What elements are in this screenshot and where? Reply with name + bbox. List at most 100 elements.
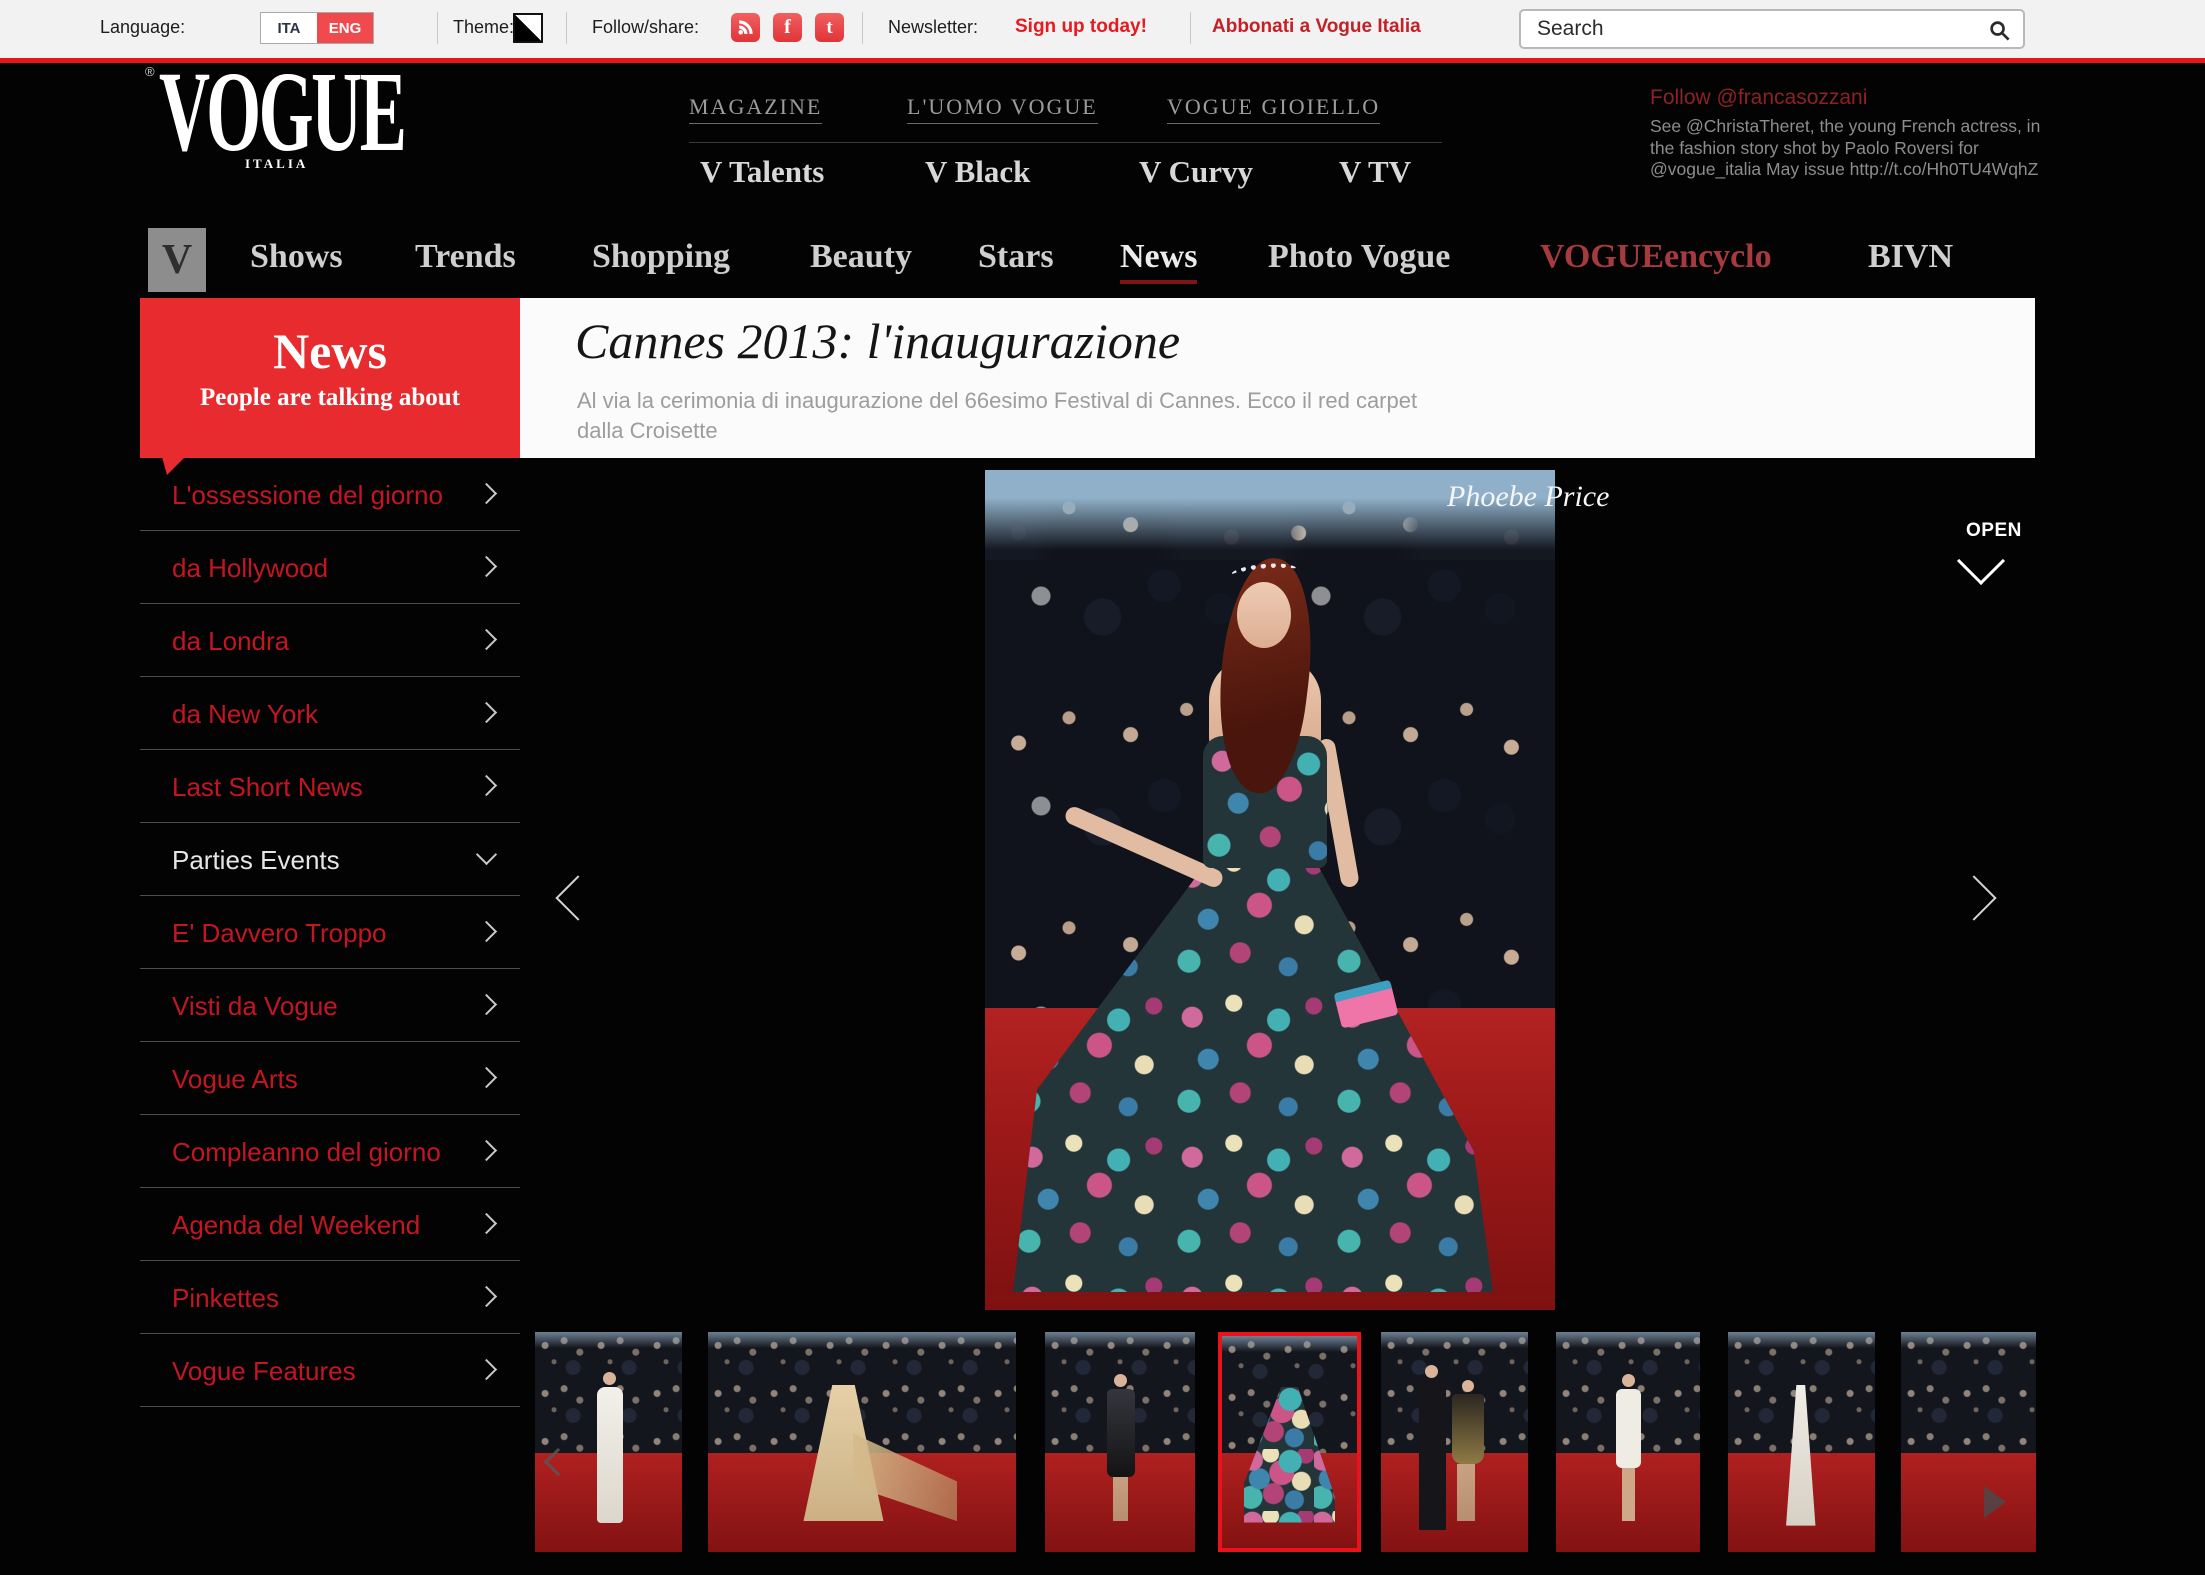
nav-vogueencyclo[interactable]: VOGUEencyclo xyxy=(1540,238,1772,276)
chevron-right-icon xyxy=(476,556,497,577)
sidebar-item-parties-events[interactable]: Parties Events xyxy=(140,823,520,896)
photo-caption: Phoebe Price xyxy=(1447,480,1609,514)
nav-shopping[interactable]: Shopping xyxy=(592,238,730,276)
section-subtitle: People are talking about xyxy=(140,384,520,412)
nav-vogue-gioiello[interactable]: VOGUE GIOIELLO xyxy=(1167,94,1380,124)
thumbnail-floral-dress-selected[interactable] xyxy=(1218,1332,1361,1552)
article-subtitle: Al via la cerimonia di inaugurazione del… xyxy=(577,386,1457,446)
chevron-right-icon xyxy=(476,994,497,1015)
sidebar-item-compleanno-del-giorno[interactable]: Compleanno del giorno xyxy=(140,1115,520,1188)
nav-bivn[interactable]: BIVN xyxy=(1868,238,1953,276)
thumb-figure-legs xyxy=(1113,1473,1128,1521)
sidebar-item-e-davvero-troppo[interactable]: E' Davvero Troppo xyxy=(140,896,520,969)
theme-label: Theme: xyxy=(453,17,514,38)
vogue-italia-page: Language: ITA ENG Theme: Follow/share: f… xyxy=(0,0,2205,1575)
language-option-ita[interactable]: ITA xyxy=(261,13,317,43)
search-icon[interactable] xyxy=(1988,19,2011,42)
open-gallery-button[interactable]: OPEN xyxy=(1966,520,2022,542)
photo-figure-face xyxy=(1237,582,1291,648)
sidebar-item-ossessione-del-giorno[interactable]: L'ossessione del giorno xyxy=(140,458,520,531)
thumbnail-white-short-dress[interactable] xyxy=(1556,1332,1700,1552)
newsletter-signup-link[interactable]: Sign up today! xyxy=(1015,16,1147,38)
search-input[interactable] xyxy=(1537,14,1977,44)
thumb-figure-legs xyxy=(1457,1464,1475,1521)
facebook-icon[interactable]: f xyxy=(773,13,802,42)
nav-news[interactable]: News xyxy=(1120,238,1197,276)
sidebar-item-vogue-features[interactable]: Vogue Features xyxy=(140,1334,520,1407)
nav-v-tv[interactable]: V TV xyxy=(1339,154,1411,190)
divider xyxy=(566,12,567,44)
follow-share-label: Follow/share: xyxy=(592,17,699,38)
nav-luomo-vogue[interactable]: L'UOMO VOGUE xyxy=(907,94,1098,124)
thumbnail-black-dress[interactable] xyxy=(1045,1332,1195,1552)
subscribe-link[interactable]: Abbonati a Vogue Italia xyxy=(1212,16,1421,38)
thumbnail-white-long-gown[interactable] xyxy=(1728,1332,1875,1552)
open-chevron-down-icon[interactable] xyxy=(1957,537,2005,585)
sidebar-item-vogue-arts[interactable]: Vogue Arts xyxy=(140,1042,520,1115)
thumb-crowd xyxy=(1901,1332,2036,1453)
registered-mark: ® xyxy=(145,64,155,79)
sidebar-item-last-short-news[interactable]: Last Short News xyxy=(140,750,520,823)
thumb-figure xyxy=(1107,1389,1136,1477)
vogue-italia-logo[interactable]: ® VOGUE ITALIA xyxy=(145,60,445,152)
twitter-icon[interactable]: t xyxy=(815,13,844,42)
thumb-sky xyxy=(1381,1332,1528,1348)
newsletter-label: Newsletter: xyxy=(888,17,978,38)
sidebar-item-da-hollywood[interactable]: da Hollywood xyxy=(140,531,520,604)
language-toggle[interactable]: ITA ENG xyxy=(260,12,374,44)
chevron-right-icon xyxy=(476,483,497,504)
chevron-down-icon xyxy=(476,844,497,865)
search-box xyxy=(1519,9,2025,49)
logo-italia-label: ITALIA xyxy=(245,156,308,172)
language-option-eng[interactable]: ENG xyxy=(317,13,373,43)
chevron-right-icon xyxy=(476,921,497,942)
nav-v-talents[interactable]: V Talents xyxy=(700,154,824,190)
thumb-figure-second xyxy=(1452,1394,1484,1464)
nav-v-curvy[interactable]: V Curvy xyxy=(1139,154,1253,190)
gallery-prev-arrow[interactable] xyxy=(555,875,600,920)
sidebar-item-da-londra[interactable]: da Londra xyxy=(140,604,520,677)
thumb-sky xyxy=(1556,1332,1700,1348)
rss-icon[interactable] xyxy=(731,13,760,42)
section-title: News xyxy=(140,322,520,380)
tweet-text: See @ChristaTheret, the young French act… xyxy=(1650,116,2045,181)
sidebar-item-visti-da-vogue[interactable]: Visti da Vogue xyxy=(140,969,520,1042)
thumb-figure xyxy=(597,1387,623,1523)
nav-trends[interactable]: Trends xyxy=(415,238,516,276)
chevron-right-icon xyxy=(476,1359,497,1380)
thumb-sky xyxy=(708,1332,1016,1348)
nav-stars[interactable]: Stars xyxy=(978,238,1054,276)
masthead-divider xyxy=(689,142,1442,143)
thumbnails-next-arrow[interactable] xyxy=(1984,1486,2006,1518)
news-section-badge: News People are talking about xyxy=(140,298,520,458)
gallery-next-arrow[interactable] xyxy=(1951,875,1996,920)
twitter-widget: Follow @francasozzani See @ChristaTheret… xyxy=(1650,86,2055,181)
thumbnail-white-gown[interactable] xyxy=(535,1332,682,1552)
thumbnail-beige-gown[interactable] xyxy=(708,1332,1016,1552)
thumb-carpet xyxy=(1901,1453,2036,1552)
nav-v-black[interactable]: V Black xyxy=(925,154,1030,190)
nav-magazine[interactable]: MAGAZINE xyxy=(689,94,822,124)
nav-photo-vogue[interactable]: Photo Vogue xyxy=(1268,238,1450,276)
main-gallery-photo[interactable] xyxy=(985,470,1555,1310)
nav-beauty[interactable]: Beauty xyxy=(810,238,912,276)
chevron-right-icon xyxy=(476,629,497,650)
thumb-figure-legs xyxy=(1622,1468,1635,1521)
thumbnail-crowd[interactable] xyxy=(1901,1332,2036,1552)
sidebar-item-agenda-del-weekend[interactable]: Agenda del Weekend xyxy=(140,1188,520,1261)
article-title: Cannes 2013: l'inaugurazione xyxy=(575,312,1180,370)
theme-contrast-icon[interactable] xyxy=(513,13,543,43)
sidebar-item-da-new-york[interactable]: da New York xyxy=(140,677,520,750)
nav-v-home[interactable]: V xyxy=(148,228,206,292)
chevron-right-icon xyxy=(476,702,497,723)
thumbnail-couple[interactable] xyxy=(1381,1332,1528,1552)
nav-shows[interactable]: Shows xyxy=(250,238,343,276)
twitter-follow-link[interactable]: Follow @francasozzani xyxy=(1650,86,2055,110)
thumb-sky xyxy=(1045,1332,1195,1348)
article-header: Cannes 2013: l'inaugurazione Al via la c… xyxy=(520,298,2035,458)
chevron-right-icon xyxy=(476,1140,497,1161)
thumb-carpet xyxy=(1381,1453,1528,1552)
thumb-sky xyxy=(1222,1336,1357,1352)
chevron-right-icon xyxy=(476,775,497,796)
sidebar-item-pinkettes[interactable]: Pinkettes xyxy=(140,1261,520,1334)
